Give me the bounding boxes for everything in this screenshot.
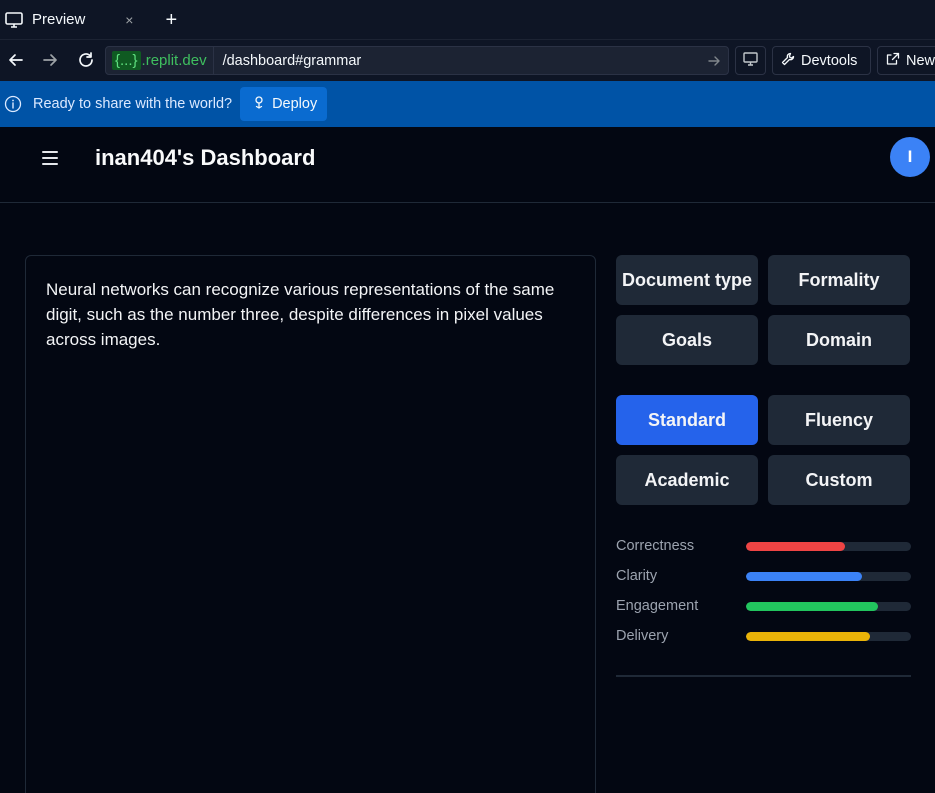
url-path[interactable]: /dashboard#grammar — [214, 53, 700, 69]
deploy-message: Ready to share with the world? — [33, 96, 233, 112]
info-icon — [3, 94, 23, 114]
page-title: inan404's Dashboard — [95, 145, 316, 170]
back-arrow-icon[interactable] — [2, 46, 30, 74]
new-tab-label: New — [906, 52, 935, 69]
metric-correctness: Correctness — [616, 536, 911, 556]
metric-label: Correctness — [616, 538, 695, 554]
devtools-button[interactable]: Devtools — [772, 46, 871, 75]
metric-label: Delivery — [616, 628, 669, 644]
standard-mode-button[interactable]: Standard — [616, 395, 758, 445]
open-new-tab-button[interactable]: New — [877, 46, 935, 75]
metric-bar-fill — [746, 602, 878, 611]
metric-delivery: Delivery — [616, 626, 911, 646]
metric-bar-fill — [746, 572, 862, 581]
wrench-icon — [781, 52, 795, 70]
url-braces: {...} — [112, 51, 141, 70]
preview-tab[interactable]: Preview × — [0, 0, 145, 40]
formality-button[interactable]: Formality — [768, 255, 910, 305]
metric-bar-fill — [746, 542, 845, 551]
menu-icon[interactable] — [42, 151, 58, 165]
close-tab-icon[interactable]: × — [121, 12, 137, 28]
deploy-icon — [252, 95, 266, 113]
devtools-label: Devtools — [801, 52, 858, 69]
metric-clarity: Clarity — [616, 566, 911, 586]
device-preview-button[interactable] — [735, 46, 766, 75]
avatar[interactable]: I — [890, 137, 930, 177]
metric-label: Engagement — [616, 598, 699, 614]
add-tab-icon[interactable]: + — [161, 10, 181, 30]
deploy-banner: Ready to share with the world? Deploy — [0, 81, 935, 127]
metric-bar-track — [746, 542, 911, 551]
monitor-icon — [4, 10, 24, 30]
metric-engagement: Engagement — [616, 596, 911, 616]
deploy-button-label: Deploy — [272, 96, 318, 112]
document-type-button[interactable]: Document type — [616, 255, 758, 305]
text-editor[interactable]: Neural networks can recognize various re… — [25, 255, 596, 793]
metric-label: Clarity — [616, 568, 658, 584]
editor-text[interactable]: Neural networks can recognize various re… — [46, 277, 575, 352]
divider — [616, 675, 911, 677]
reload-icon[interactable] — [72, 46, 100, 74]
deploy-button[interactable]: Deploy — [240, 87, 328, 121]
external-link-icon — [886, 52, 900, 70]
url-host: {...} .replit.dev — [106, 47, 214, 74]
metric-bar-track — [746, 632, 911, 641]
metric-bar-track — [746, 572, 911, 581]
metric-bar-fill — [746, 632, 870, 641]
browser-tab-bar: Preview × + — [0, 0, 935, 40]
monitor-icon — [743, 51, 758, 70]
custom-mode-button[interactable]: Custom — [768, 455, 910, 505]
app-header: inan404's Dashboard I — [0, 127, 935, 203]
browser-nav-bar: {...} .replit.dev /dashboard#grammar Dev… — [0, 40, 935, 81]
forward-arrow-icon[interactable] — [36, 46, 64, 74]
tab-label: Preview — [32, 11, 86, 28]
academic-mode-button[interactable]: Academic — [616, 455, 758, 505]
fluency-mode-button[interactable]: Fluency — [768, 395, 910, 445]
metric-bar-track — [746, 602, 911, 611]
goals-button[interactable]: Goals — [616, 315, 758, 365]
domain-button[interactable]: Domain — [768, 315, 910, 365]
go-arrow-icon[interactable] — [700, 54, 728, 68]
url-domain: .replit.dev — [141, 52, 207, 69]
url-bar[interactable]: {...} .replit.dev /dashboard#grammar — [105, 46, 729, 75]
